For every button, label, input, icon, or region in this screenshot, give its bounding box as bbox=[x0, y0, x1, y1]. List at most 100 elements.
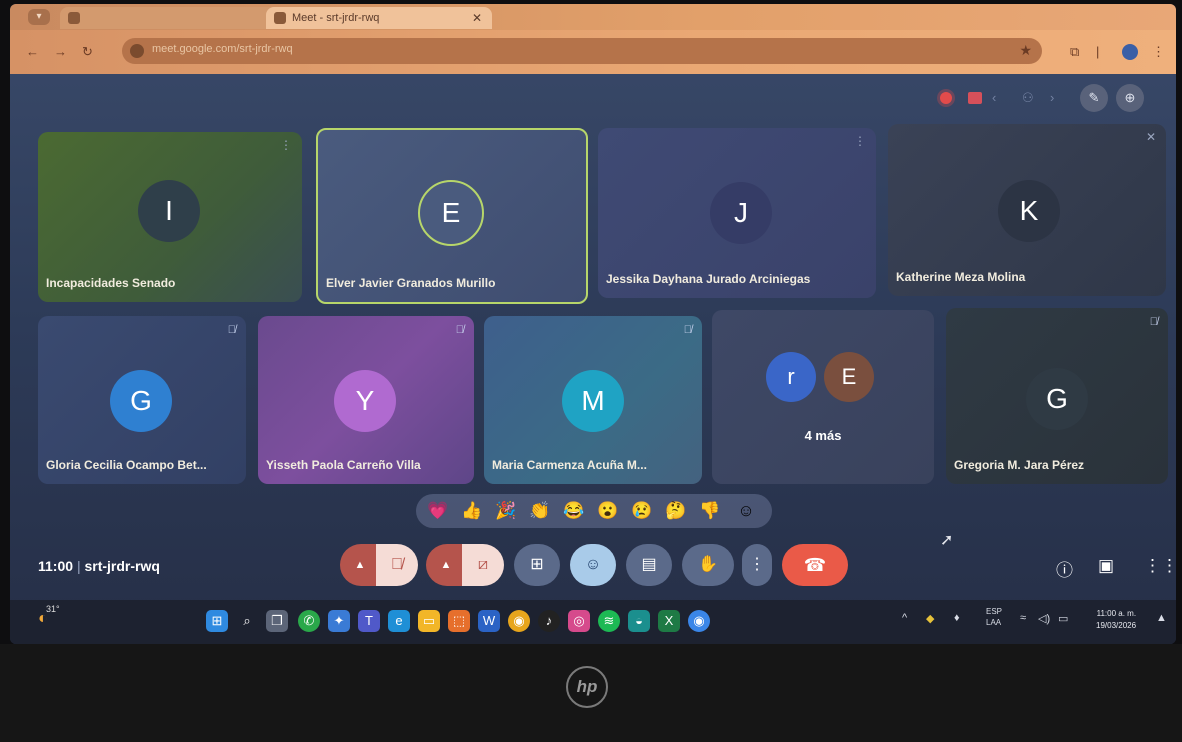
reload-icon[interactable]: ↻ bbox=[82, 44, 93, 60]
toolbar-divider: | bbox=[1096, 44, 1100, 59]
copilot-icon[interactable]: ✦ bbox=[328, 610, 350, 632]
language-indicator[interactable]: ESP LAA bbox=[986, 606, 1002, 628]
weather-icon[interactable]: 31° ◐ bbox=[38, 604, 60, 628]
excel-icon[interactable]: X bbox=[658, 610, 680, 632]
camera-options-button[interactable]: ▲ bbox=[426, 544, 466, 586]
participant-tile[interactable]: ⋮ I Incapacidades Senado bbox=[38, 132, 302, 302]
surprised-icon[interactable]: 😮 bbox=[596, 499, 620, 523]
file-explorer-icon[interactable]: ▭ bbox=[418, 610, 440, 632]
wifi-icon[interactable]: ≈ bbox=[1020, 612, 1026, 624]
close-tab-icon[interactable]: ✕ bbox=[472, 7, 482, 29]
browser-tab-meet[interactable]: Meet - srt-jrdr-rwq ✕ bbox=[266, 7, 492, 29]
avatar: K bbox=[998, 180, 1060, 242]
tab-search-button[interactable]: ▾ bbox=[28, 9, 50, 25]
thinking-icon[interactable]: 🤔 bbox=[664, 499, 688, 523]
captions-icon: ▤ bbox=[641, 556, 657, 573]
participant-tile[interactable]: 🎙̸ G Gloria Cecilia Ocampo Bet... bbox=[38, 316, 246, 484]
more-options-button[interactable]: ⋮ bbox=[742, 544, 772, 586]
heart-icon[interactable]: 💗 bbox=[426, 499, 450, 523]
activities-grid-icon[interactable]: ⋮⋮ bbox=[1144, 556, 1176, 576]
captions-button[interactable]: ▤ bbox=[626, 544, 672, 586]
forward-icon[interactable]: → bbox=[54, 44, 67, 59]
leave-call-button[interactable]: ☎ bbox=[782, 544, 848, 586]
profile-avatar[interactable] bbox=[1122, 44, 1138, 60]
recording-icon bbox=[940, 92, 952, 104]
edge-icon[interactable]: e bbox=[388, 610, 410, 632]
tile-options-icon[interactable]: ✕ bbox=[1146, 130, 1156, 144]
temperature: 31° bbox=[46, 604, 60, 614]
participant-name: Incapacidades Senado bbox=[46, 276, 176, 290]
sad-icon[interactable]: 😢 bbox=[630, 499, 654, 523]
avatar: G bbox=[110, 370, 172, 432]
meeting-details-icon[interactable]: ⓘ bbox=[1056, 556, 1073, 581]
edge-alt-icon[interactable]: ◒ bbox=[628, 610, 650, 632]
chevron-left-icon[interactable]: ‹ bbox=[992, 90, 996, 105]
tile-options-icon[interactable]: ⋮ bbox=[280, 138, 292, 152]
chrome-active-icon[interactable]: ◉ bbox=[688, 610, 710, 632]
more-vertical-icon: ⋮ bbox=[749, 556, 765, 573]
clap-icon[interactable]: 👏 bbox=[528, 499, 552, 523]
extensions-icon[interactable]: ⧉ bbox=[1070, 44, 1079, 60]
back-icon[interactable]: ← bbox=[26, 44, 39, 59]
others-tile[interactable]: r E 4 más bbox=[712, 310, 934, 484]
thumbs-up-icon[interactable]: 👍 bbox=[460, 499, 484, 523]
site-info-icon[interactable] bbox=[130, 44, 144, 58]
tray-app-icon[interactable]: ◆ bbox=[926, 612, 934, 625]
address-bar[interactable]: meet.google.com/srt-jrdr-rwq ★ bbox=[122, 38, 1042, 64]
instagram-icon[interactable]: ◎ bbox=[568, 610, 590, 632]
chrome-icon[interactable]: ◉ bbox=[508, 610, 530, 632]
mic-toggle-button[interactable]: 🎙̸ bbox=[376, 544, 418, 586]
meet-favicon bbox=[274, 12, 286, 24]
collapse-icon[interactable]: › bbox=[1050, 90, 1054, 105]
present-screen-button[interactable]: ⊞ bbox=[514, 544, 560, 586]
whatsapp-icon[interactable]: ✆ bbox=[298, 610, 320, 632]
mic-off-icon: 🎙̸ bbox=[1149, 316, 1158, 328]
menu-kebab-icon[interactable]: ⋮ bbox=[1152, 44, 1165, 60]
mic-options-button[interactable]: ▲ bbox=[340, 544, 380, 586]
participant-tile[interactable]: ⋮ J Jessika Dayhana Jurado Arciniegas bbox=[598, 128, 876, 298]
party-icon[interactable]: 🎉 bbox=[494, 499, 518, 523]
notifications-icon[interactable]: ▲ bbox=[1156, 612, 1167, 624]
smile-icon[interactable]: 😂 bbox=[562, 499, 586, 523]
people-icon[interactable]: ⚇ bbox=[1022, 90, 1034, 106]
add-reaction-icon[interactable]: ☺ bbox=[734, 499, 758, 523]
raise-hand-button[interactable]: ✋ bbox=[682, 544, 734, 586]
browser-tab-1[interactable] bbox=[60, 7, 286, 29]
layout-code: LAA bbox=[986, 618, 1002, 627]
task-view-icon[interactable]: ❐ bbox=[266, 610, 288, 632]
thumbs-down-icon[interactable]: 👎 bbox=[698, 499, 722, 523]
mouse-cursor-icon: ➚ bbox=[940, 532, 954, 549]
hand-icon: ✋ bbox=[698, 556, 718, 573]
participant-tile[interactable]: 🎙̸ M Maria Carmenza Acuña M... bbox=[484, 316, 702, 484]
chat-icon[interactable]: ▣ bbox=[1098, 556, 1114, 576]
bookmark-star-icon[interactable]: ★ bbox=[1019, 42, 1032, 59]
search-icon[interactable]: ⌕ bbox=[236, 610, 258, 632]
tray-sync-icon[interactable]: ♦ bbox=[954, 612, 960, 624]
avatar: J bbox=[710, 182, 772, 244]
meeting-code: srt-jrdr-rwq bbox=[84, 558, 160, 574]
participant-name: Gregoria M. Jara Pérez bbox=[954, 458, 1085, 472]
participant-tile-speaking[interactable]: E Elver Javier Granados Murillo bbox=[316, 128, 588, 304]
apps-icon[interactable]: ⊕ bbox=[1116, 84, 1144, 112]
spotify-icon[interactable]: ≋ bbox=[598, 610, 620, 632]
browser-tab-strip: ▾ Meet - srt-jrdr-rwq ✕ bbox=[10, 4, 1176, 30]
participant-tile[interactable]: ✕ K Katherine Meza Molina bbox=[888, 124, 1166, 296]
reactions-button[interactable]: ☺ bbox=[570, 544, 616, 586]
teams-icon[interactable]: T bbox=[358, 610, 380, 632]
clock-time: 11:00 a. m. bbox=[1096, 609, 1137, 618]
system-clock[interactable]: 11:00 a. m. 19/03/2026 bbox=[1096, 608, 1136, 632]
edit-icon[interactable]: ✎ bbox=[1080, 84, 1108, 112]
tiktok-icon[interactable]: ♪ bbox=[538, 610, 560, 632]
clock-date: 19/03/2026 bbox=[1096, 621, 1137, 630]
battery-icon[interactable]: ▭ bbox=[1058, 612, 1068, 625]
volume-icon[interactable]: ◁) bbox=[1038, 612, 1050, 625]
participant-tile[interactable]: 🎙̸ Y Yisseth Paola Carreño Villa bbox=[258, 316, 474, 484]
store-icon[interactable]: ⬚ bbox=[448, 610, 470, 632]
camera-toggle-button[interactable]: ⧄ bbox=[462, 544, 504, 586]
windows-taskbar: 31° ◐ ⊞ ⌕ ❐ ✆ ✦ T e ▭ ⬚ W ◉ ♪ ◎ ≋ ◒ X ◉ ^… bbox=[10, 600, 1176, 644]
participant-tile[interactable]: 🎙̸ G Gregoria M. Jara Pérez bbox=[946, 308, 1168, 484]
word-icon[interactable]: W bbox=[478, 610, 500, 632]
tray-chevron-icon[interactable]: ^ bbox=[902, 612, 907, 624]
start-icon[interactable]: ⊞ bbox=[206, 610, 228, 632]
tile-options-icon[interactable]: ⋮ bbox=[854, 134, 866, 148]
